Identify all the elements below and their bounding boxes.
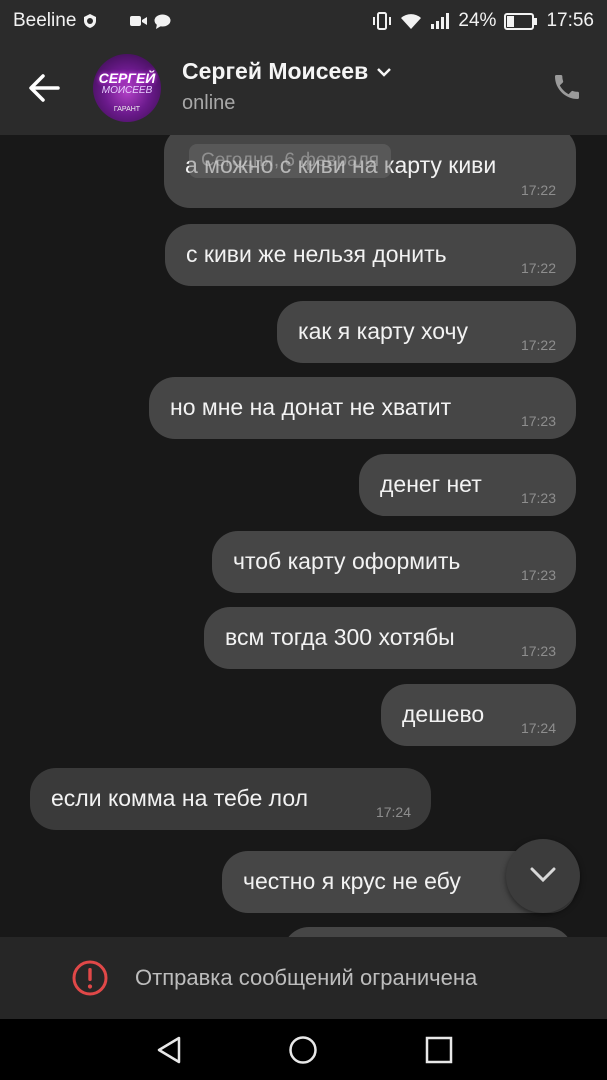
chevron-down-icon — [377, 67, 392, 77]
message-bubble[interactable]: как я карту хочу 17:22 — [277, 301, 576, 363]
message-text: денег нет — [380, 471, 482, 497]
message-bubble-incoming[interactable]: если комма на тебе лол 17:24 — [30, 768, 431, 830]
message-bubble[interactable]: всм тогда 300 хотябы 17:23 — [204, 607, 576, 669]
contact-status: online — [182, 92, 236, 114]
message-list[interactable]: а можно с киви на карту киви 17:22 Сегод… — [0, 135, 607, 937]
system-nav-bar — [0, 1019, 607, 1080]
chevron-down-icon — [530, 867, 556, 883]
battery-percent: 24% — [458, 10, 497, 31]
message-text: если комма на тебе лол — [51, 785, 309, 811]
message-bubble[interactable]: но мне на донат не хватит 17:23 — [149, 377, 576, 439]
message-text: дешево — [402, 701, 485, 727]
alert-icon — [71, 959, 109, 997]
message-time: 17:24 — [520, 720, 556, 736]
message-bubble-partial[interactable] — [283, 927, 573, 937]
message-time: 17:23 — [520, 490, 556, 506]
chat-notification-icon — [154, 14, 171, 29]
message-time: 17:23 — [520, 413, 556, 429]
contact-name[interactable]: Сергей Моисеев — [182, 58, 392, 85]
signal-icon — [430, 12, 450, 30]
status-bar: Beeline 24% 17:56 — [0, 0, 607, 42]
back-button[interactable] — [26, 70, 66, 106]
message-text: с киви же нельзя донить — [186, 241, 447, 267]
wifi-icon — [400, 13, 422, 30]
message-bubble[interactable]: денег нет 17:23 — [359, 454, 576, 516]
vibrate-icon — [372, 12, 392, 30]
contact-name-label: Сергей Моисеев — [182, 58, 369, 84]
date-badge: Сегодня, 6 февраля — [189, 144, 392, 178]
restriction-label: Отправка сообщений ограничена — [135, 965, 478, 990]
avatar-text-bottom: ГАРАНТ — [113, 106, 141, 113]
call-button[interactable] — [551, 71, 585, 105]
chat-header: СЕРГЕЙ МОИСЕЕВ ГАРАНТ Сергей Моисеев onl… — [0, 42, 607, 135]
message-text: но мне на донат не хватит — [170, 394, 452, 420]
messaging-restricted-bar: Отправка сообщений ограничена — [0, 937, 607, 1019]
nav-home-button[interactable] — [288, 1035, 318, 1065]
message-time: 17:24 — [375, 804, 411, 820]
battery-icon — [504, 12, 538, 30]
message-time: 17:22 — [520, 182, 556, 198]
data-saver-icon — [82, 13, 98, 29]
carrier-name: Beeline — [13, 10, 77, 31]
clock: 17:56 — [546, 10, 594, 31]
message-time: 17:23 — [520, 643, 556, 659]
message-time: 17:23 — [520, 567, 556, 583]
message-text: чтоб карту оформить — [233, 548, 461, 574]
avatar-text-middle: МОИСЕЕВ — [101, 85, 153, 96]
nav-recents-button[interactable] — [424, 1035, 454, 1065]
scroll-to-bottom-button[interactable] — [506, 839, 580, 913]
message-bubble[interactable]: чтоб карту оформить 17:23 — [212, 531, 576, 593]
message-bubble[interactable]: дешево 17:24 — [381, 684, 576, 746]
message-time: 17:22 — [520, 337, 556, 353]
message-bubble[interactable]: с киви же нельзя донить 17:22 — [165, 224, 576, 286]
triangle-back-icon — [157, 1036, 181, 1064]
message-text: всм тогда 300 хотябы — [225, 624, 455, 650]
circle-home-icon — [289, 1036, 317, 1064]
avatar-text-top: СЕРГЕЙ — [98, 70, 156, 86]
message-text: честно я крус не ебу — [243, 868, 461, 894]
video-notification-icon — [130, 14, 148, 28]
nav-back-button[interactable] — [155, 1035, 185, 1065]
message-time: 17:22 — [520, 260, 556, 276]
square-recents-icon — [425, 1036, 453, 1064]
back-arrow-icon — [29, 74, 60, 102]
phone-icon — [555, 75, 579, 99]
message-text: как я карту хочу — [298, 318, 468, 344]
avatar[interactable]: СЕРГЕЙ МОИСЕЕВ ГАРАНТ — [93, 54, 161, 122]
